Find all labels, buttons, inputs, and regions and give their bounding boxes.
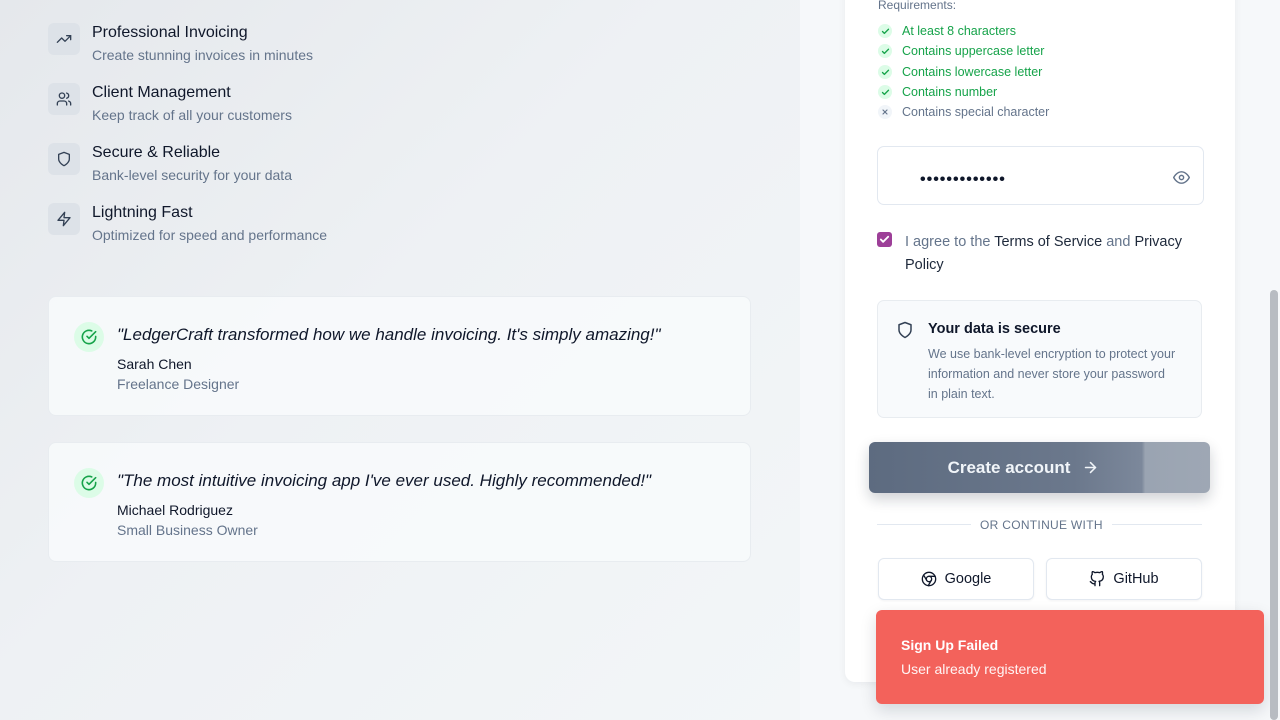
eye-icon[interactable] [1173, 169, 1190, 191]
requirement-text: Contains lowercase letter [902, 65, 1043, 79]
google-signin-button[interactable]: Google [878, 558, 1034, 600]
testimonial-quote: "LedgerCraft transformed how we handle i… [117, 325, 661, 344]
feature-title: Professional Invoicing [92, 24, 248, 41]
requirement-item: Contains lowercase letter [878, 65, 1042, 79]
feature-title: Secure & Reliable [92, 144, 221, 161]
requirement-item: At least 8 characters [878, 24, 1016, 38]
check-icon [878, 44, 892, 58]
users-icon [48, 83, 80, 115]
terms-prefix: I agree to the [905, 234, 995, 250]
arrow-right-icon [1082, 459, 1099, 476]
security-description: We use bank-level encryption to protect … [928, 347, 1176, 401]
google-label: Google [944, 571, 992, 587]
testimonial-role: Freelance Designer [117, 376, 240, 392]
error-toast[interactable]: Sign Up Failed User already registered [876, 610, 1264, 704]
testimonial-author: Sarah Chen [117, 356, 192, 372]
feature-client-management: Client Management Keep track of all your… [48, 83, 292, 124]
requirement-text: At least 8 characters [902, 24, 1016, 38]
testimonial-quote: "The most intuitive invoicing app I've e… [117, 471, 652, 490]
trending-up-icon [48, 23, 80, 55]
security-title: Your data is secure [928, 321, 1061, 337]
requirement-item: Contains number [878, 85, 997, 99]
requirement-text: Contains special character [902, 105, 1050, 119]
feature-description: Optimized for speed and performance [92, 227, 328, 243]
create-account-label: Create account [947, 457, 1071, 477]
feature-description: Keep track of all your customers [92, 107, 292, 123]
github-icon [1089, 571, 1105, 587]
testimonial-role: Small Business Owner [117, 522, 258, 538]
feature-title: Client Management [92, 84, 231, 101]
confirm-password-input[interactable]: ••••••••••••• [877, 146, 1204, 205]
terms-text: I agree to the Terms of Service and Priv… [905, 231, 1205, 277]
feature-description: Bank-level security for your data [92, 167, 292, 183]
divider-label: OR CONTINUE WITH [971, 518, 1112, 532]
zap-icon [48, 203, 80, 235]
check-circle-icon [74, 468, 104, 498]
chrome-icon [921, 571, 937, 587]
github-label: GitHub [1113, 571, 1159, 587]
shield-icon [48, 143, 80, 175]
testimonial-card: "The most intuitive invoicing app I've e… [48, 442, 751, 562]
scrollbar-thumb[interactable] [1270, 290, 1278, 720]
testimonial-card: "LedgerCraft transformed how we handle i… [48, 296, 751, 416]
create-account-button[interactable]: Create account [869, 442, 1210, 493]
terms-of-service-link[interactable]: Terms of Service [994, 234, 1102, 250]
security-notice: Your data is secure We use bank-level en… [877, 300, 1202, 418]
feature-lightning-fast: Lightning Fast Optimized for speed and p… [48, 203, 327, 244]
toast-message: User already registered [901, 661, 1047, 677]
feature-professional-invoicing: Professional Invoicing Create stunning i… [48, 23, 313, 64]
requirement-text: Contains uppercase letter [902, 44, 1045, 58]
check-icon [878, 24, 892, 38]
check-icon [878, 85, 892, 99]
feature-secure-reliable: Secure & Reliable Bank-level security fo… [48, 143, 292, 184]
check-icon [878, 65, 892, 79]
terms-middle: and [1102, 234, 1135, 250]
toast-title: Sign Up Failed [901, 637, 999, 653]
requirement-item: Contains uppercase letter [878, 44, 1044, 58]
terms-checkbox[interactable] [877, 232, 892, 247]
shield-icon [896, 321, 914, 344]
requirement-text: Contains number [902, 85, 998, 99]
check-circle-icon [74, 322, 104, 352]
requirement-item: Contains special character [878, 105, 1049, 119]
feature-title: Lightning Fast [92, 204, 193, 221]
github-signin-button[interactable]: GitHub [1046, 558, 1202, 600]
requirements-label: Requirements: [878, 0, 957, 12]
password-value: ••••••••••••• [920, 171, 1006, 188]
feature-description: Create stunning invoices in minutes [92, 47, 314, 63]
x-icon [878, 105, 892, 119]
testimonial-author: Michael Rodriguez [117, 502, 233, 518]
